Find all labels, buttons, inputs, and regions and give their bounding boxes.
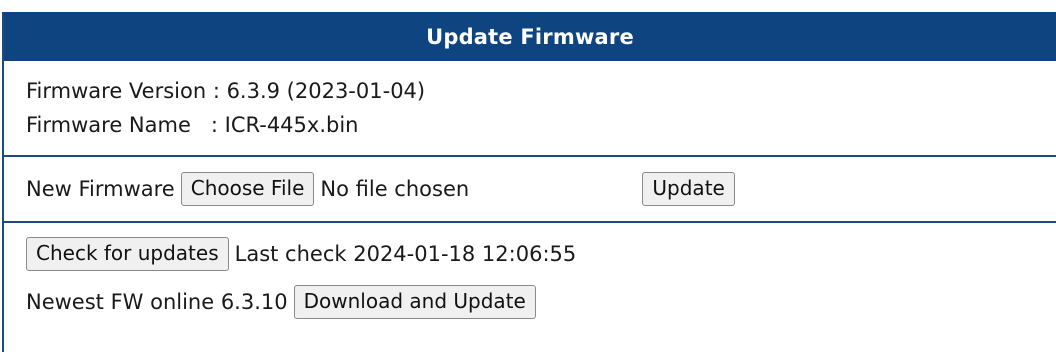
- file-status-text: No file chosen: [320, 177, 470, 201]
- firmware-info-section: Firmware Version : 6.3.9 (2023-01-04) Fi…: [4, 61, 1056, 157]
- check-row: Check for updates Last check 2024-01-18 …: [26, 237, 1056, 271]
- new-firmware-label: New Firmware: [26, 177, 175, 201]
- firmware-name-line: Firmware Name : ICR-445x.bin: [26, 113, 359, 137]
- update-firmware-panel: Update Firmware Firmware Version : 6.3.9…: [2, 12, 1056, 352]
- check-for-updates-button[interactable]: Check for updates: [26, 237, 229, 271]
- update-button[interactable]: Update: [642, 172, 735, 206]
- newest-row: Newest FW online 6.3.10 Download and Upd…: [26, 285, 1056, 319]
- panel-header: Update Firmware: [4, 12, 1056, 61]
- download-and-update-button[interactable]: Download and Update: [293, 285, 536, 319]
- online-update-section: Check for updates Last check 2024-01-18 …: [4, 223, 1056, 319]
- choose-file-button[interactable]: Choose File: [180, 172, 315, 206]
- firmware-version-line: Firmware Version : 6.3.9 (2023-01-04): [26, 79, 426, 103]
- last-check-text: Last check 2024-01-18 12:06:55: [234, 242, 577, 266]
- panel-title: Update Firmware: [426, 24, 634, 49]
- newest-fw-text: Newest FW online 6.3.10: [26, 290, 288, 314]
- upload-section: New Firmware Choose File No file chosen …: [4, 157, 1056, 223]
